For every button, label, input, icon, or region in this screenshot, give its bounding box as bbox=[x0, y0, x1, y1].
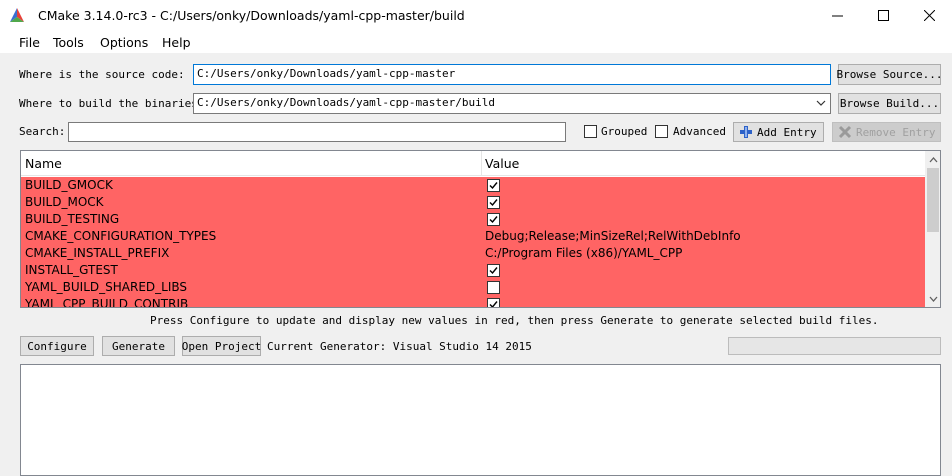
grouped-checkbox[interactable] bbox=[584, 125, 597, 138]
column-name-header[interactable]: Name bbox=[25, 156, 62, 171]
table-scrollbar[interactable] bbox=[925, 151, 940, 307]
table-row[interactable]: BUILD_TESTING bbox=[21, 211, 925, 228]
remove-entry-label: Remove Entry bbox=[856, 125, 936, 139]
advanced-checkbox[interactable] bbox=[655, 125, 668, 138]
table-header: Name Value bbox=[21, 151, 925, 176]
row-name: BUILD_TESTING bbox=[25, 212, 120, 226]
scroll-up-button[interactable] bbox=[925, 151, 940, 168]
close-button[interactable] bbox=[906, 0, 952, 31]
chevron-up-icon bbox=[929, 156, 937, 162]
checkmark-icon bbox=[489, 301, 498, 307]
maximize-icon bbox=[877, 10, 889, 21]
remove-icon bbox=[838, 125, 852, 139]
current-generator-label: Current Generator: Visual Studio 14 2015 bbox=[267, 340, 532, 353]
column-value-header[interactable]: Value bbox=[485, 156, 519, 171]
checkmark-icon bbox=[489, 216, 498, 224]
chevron-down-icon[interactable] bbox=[816, 100, 826, 107]
table-row[interactable]: BUILD_MOCK bbox=[21, 194, 925, 211]
menu-file[interactable]: File bbox=[19, 35, 40, 50]
row-value-checkbox[interactable] bbox=[487, 264, 500, 277]
configure-hint: Press Configure to update and display ne… bbox=[150, 314, 879, 327]
checkmark-icon bbox=[489, 182, 498, 190]
cache-table[interactable]: Name Value BUILD_GMOCK BUILD_MOCK BUILD_TE… bbox=[20, 150, 941, 308]
configure-button[interactable]: Configure bbox=[20, 336, 94, 356]
row-value[interactable]: C:/Program Files (x86)/YAML_CPP bbox=[485, 246, 682, 260]
add-entry-label: Add Entry bbox=[757, 125, 817, 139]
row-name: CMAKE_CONFIGURATION_TYPES bbox=[25, 229, 217, 243]
title-bar: CMake 3.14.0-rc3 - C:/Users/onky/Downloa… bbox=[0, 0, 952, 31]
table-row[interactable]: YAML_CPP_BUILD_CONTRIB bbox=[21, 296, 925, 308]
table-row[interactable]: CMAKE_CONFIGURATION_TYPES Debug;Release;M… bbox=[21, 228, 925, 245]
advanced-label: Advanced bbox=[673, 125, 726, 138]
scroll-down-button[interactable] bbox=[925, 290, 940, 307]
browse-build-button[interactable]: Browse Build... bbox=[838, 93, 941, 114]
minimize-icon bbox=[831, 15, 843, 17]
table-row[interactable]: YAML_BUILD_SHARED_LIBS bbox=[21, 279, 925, 296]
menu-bar: File Tools Options Help bbox=[0, 31, 952, 53]
row-name: INSTALL_GTEST bbox=[25, 263, 118, 277]
table-row[interactable]: CMAKE_INSTALL_PREFIX C:/Program Files (x8… bbox=[21, 245, 925, 262]
grouped-label: Grouped bbox=[601, 125, 648, 138]
checkmark-icon bbox=[489, 199, 498, 207]
maximize-button[interactable] bbox=[860, 0, 906, 31]
remove-entry-button[interactable]: Remove Entry bbox=[832, 122, 941, 142]
row-name: CMAKE_INSTALL_PREFIX bbox=[25, 246, 170, 260]
build-path-combobox[interactable]: C:/Users/onky/Downloads/yaml-cpp-master/… bbox=[193, 93, 831, 114]
source-label: Where is the source code: bbox=[19, 68, 185, 81]
search-input[interactable] bbox=[68, 122, 566, 142]
row-value[interactable]: Debug;Release;MinSizeRel;RelWithDebInfo bbox=[485, 229, 741, 243]
row-value-checkbox[interactable] bbox=[487, 196, 500, 209]
chevron-down-icon bbox=[929, 296, 937, 302]
row-name: YAML_BUILD_SHARED_LIBS bbox=[25, 280, 187, 294]
source-path-input[interactable]: C:/Users/onky/Downloads/yaml-cpp-master bbox=[193, 64, 831, 85]
generate-button[interactable]: Generate bbox=[102, 336, 175, 356]
progress-bar bbox=[728, 337, 941, 355]
table-row[interactable]: BUILD_GMOCK bbox=[21, 177, 925, 194]
table-row[interactable]: INSTALL_GTEST bbox=[21, 262, 925, 279]
close-icon bbox=[923, 10, 935, 21]
scroll-thumb[interactable] bbox=[927, 168, 939, 232]
row-value-checkbox[interactable] bbox=[487, 179, 500, 192]
checkmark-icon bbox=[489, 267, 498, 275]
output-log[interactable] bbox=[20, 364, 941, 476]
header-divider bbox=[481, 151, 482, 176]
window-title: CMake 3.14.0-rc3 - C:/Users/onky/Downloa… bbox=[38, 8, 465, 23]
build-label: Where to build the binaries: bbox=[19, 97, 205, 110]
add-entry-button[interactable]: Add Entry bbox=[733, 122, 824, 142]
row-value-checkbox[interactable] bbox=[487, 281, 500, 294]
plus-icon bbox=[740, 126, 752, 138]
browse-source-button[interactable]: Browse Source... bbox=[837, 64, 942, 85]
menu-options[interactable]: Options bbox=[100, 35, 148, 50]
menu-help[interactable]: Help bbox=[162, 35, 191, 50]
row-name: YAML_CPP_BUILD_CONTRIB bbox=[25, 297, 189, 308]
build-path-value: C:/Users/onky/Downloads/yaml-cpp-master/… bbox=[197, 96, 496, 109]
row-value-checkbox[interactable] bbox=[487, 298, 500, 307]
minimize-button[interactable] bbox=[814, 0, 860, 31]
row-name: BUILD_GMOCK bbox=[25, 178, 113, 192]
cmake-logo-icon bbox=[10, 8, 24, 22]
row-value-checkbox[interactable] bbox=[487, 213, 500, 226]
row-name: BUILD_MOCK bbox=[25, 195, 104, 209]
menu-tools[interactable]: Tools bbox=[53, 35, 84, 50]
search-label: Search: bbox=[19, 125, 66, 138]
open-project-button[interactable]: Open Project bbox=[182, 336, 261, 356]
